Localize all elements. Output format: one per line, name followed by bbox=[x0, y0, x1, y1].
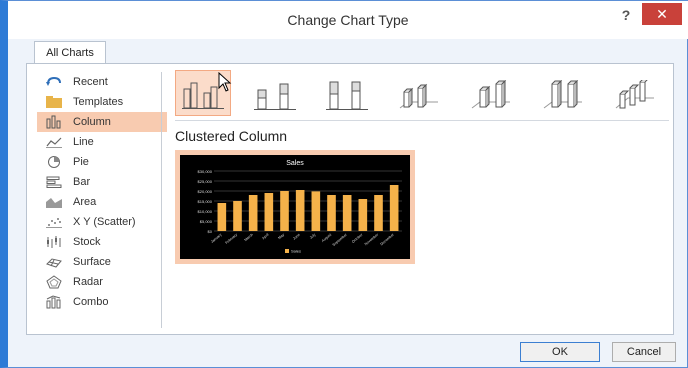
subtype-100-stacked-column[interactable] bbox=[319, 70, 375, 116]
chart-bar bbox=[233, 201, 242, 231]
sidebar-item-label: Line bbox=[73, 136, 94, 148]
sidebar-item-pie[interactable]: Pie bbox=[37, 152, 167, 172]
subtype-3d-clustered-column[interactable] bbox=[391, 70, 447, 116]
x-tick-label: December bbox=[380, 232, 396, 246]
ok-button[interactable]: OK bbox=[520, 342, 600, 362]
y-tick-label: $20,000 bbox=[198, 189, 213, 194]
chart-bar bbox=[295, 190, 305, 231]
line-chart-icon bbox=[43, 136, 65, 148]
y-tick-label: $15,000 bbox=[198, 199, 213, 204]
chart-panel: Recent Templates Column Line Pie Bar Are… bbox=[26, 63, 674, 335]
dialog-title: Change Chart Type bbox=[287, 12, 409, 28]
mouse-cursor-icon bbox=[218, 71, 232, 97]
sidebar-item-label: Recent bbox=[73, 76, 108, 88]
sidebar-item-recent[interactable]: Recent bbox=[37, 72, 167, 92]
chart-type-sidebar: Recent Templates Column Line Pie Bar Are… bbox=[37, 72, 167, 312]
chart-title: Sales bbox=[286, 160, 304, 167]
sidebar-item-label: Pie bbox=[73, 156, 89, 168]
preview-chart-canvas: Sales $0 $5,000 $10,000 $15,000 $20,000 $25,00… bbox=[180, 155, 410, 259]
sidebar-item-line[interactable]: Line bbox=[37, 132, 167, 152]
preview-chart-svg: Sales $0 $5,000 $10,000 $15,000 $20,000 $25,00… bbox=[198, 160, 402, 254]
x-tick-label: May bbox=[277, 233, 285, 241]
chart-bar bbox=[248, 195, 258, 231]
chart-bar bbox=[311, 191, 321, 231]
sidebar-item-stock[interactable]: Stock bbox=[37, 232, 167, 252]
x-tick-label: October bbox=[351, 232, 364, 244]
folder-icon bbox=[43, 96, 65, 108]
x-tick-label: April bbox=[261, 233, 269, 241]
sidebar-item-templates[interactable]: Templates bbox=[37, 92, 167, 112]
x-tick-label: March bbox=[244, 233, 254, 242]
combo-chart-icon bbox=[43, 295, 65, 309]
chart-bar bbox=[280, 191, 289, 231]
scatter-chart-icon bbox=[43, 216, 65, 228]
surface-chart-icon bbox=[43, 255, 65, 269]
sidebar-item-label: Stock bbox=[73, 236, 101, 248]
sidebar-item-label: X Y (Scatter) bbox=[73, 216, 136, 228]
x-tick-label: August bbox=[321, 233, 332, 243]
subtype-3d-stacked-column[interactable] bbox=[463, 70, 519, 116]
subtype-3d-column[interactable] bbox=[607, 70, 663, 116]
area-chart-icon bbox=[43, 196, 65, 208]
y-tick-label: $0 bbox=[208, 229, 213, 234]
x-tick-label: July bbox=[309, 233, 317, 240]
sidebar-item-radar[interactable]: Radar bbox=[37, 272, 167, 292]
chart-bar bbox=[389, 185, 399, 231]
legend-label: Sales bbox=[291, 249, 301, 254]
preview-title: Clustered Column bbox=[175, 128, 288, 144]
sidebar-item-bar[interactable]: Bar bbox=[37, 172, 167, 192]
sidebar-item-surface[interactable]: Surface bbox=[37, 252, 167, 272]
y-tick-label: $25,000 bbox=[198, 179, 213, 184]
title-bar: Change Chart Type ? ✕ bbox=[8, 1, 688, 39]
chart-bar bbox=[264, 193, 274, 231]
chart-bar bbox=[327, 195, 336, 231]
chart-bar bbox=[358, 199, 368, 231]
help-button[interactable]: ? bbox=[616, 5, 636, 25]
chart-bar bbox=[374, 195, 383, 231]
sidebar-item-column[interactable]: Column bbox=[37, 112, 167, 132]
cancel-button[interactable]: Cancel bbox=[612, 342, 676, 362]
subtype-3d-100-stacked-column[interactable] bbox=[535, 70, 591, 116]
x-tick-label: January bbox=[210, 233, 223, 244]
chart-preview[interactable]: Sales $0 $5,000 $10,000 $15,000 $20,000 $25,00… bbox=[175, 150, 415, 264]
sidebar-item-combo[interactable]: Combo bbox=[37, 292, 167, 312]
tab-all-charts[interactable]: All Charts bbox=[34, 41, 106, 65]
sidebar-item-scatter[interactable]: X Y (Scatter) bbox=[37, 212, 167, 232]
radar-chart-icon bbox=[43, 275, 65, 289]
y-tick-label: $5,000 bbox=[200, 219, 213, 224]
column-chart-icon bbox=[43, 115, 65, 129]
bar-chart-icon bbox=[43, 176, 65, 188]
recent-icon bbox=[43, 76, 65, 88]
x-tick-label: February bbox=[225, 233, 239, 245]
sidebar-item-label: Bar bbox=[73, 176, 91, 188]
sidebar-divider bbox=[161, 72, 162, 328]
sidebar-item-label: Combo bbox=[73, 296, 109, 308]
sidebar-item-label: Column bbox=[73, 116, 111, 128]
x-tick-label: September bbox=[332, 232, 349, 247]
sidebar-item-label: Area bbox=[73, 196, 97, 208]
sidebar-item-label: Templates bbox=[73, 96, 124, 108]
chart-bar bbox=[217, 203, 227, 231]
sidebar-item-label: Radar bbox=[73, 276, 103, 288]
subtype-stacked-column[interactable] bbox=[247, 70, 303, 116]
legend-swatch bbox=[285, 249, 289, 253]
x-tick-label: June bbox=[292, 233, 301, 241]
tab-row: All Charts bbox=[16, 39, 688, 65]
y-tick-label: $30,000 bbox=[198, 169, 213, 174]
dialog-footer: OK Cancel bbox=[8, 338, 680, 366]
y-tick-label: $10,000 bbox=[198, 209, 213, 214]
stock-chart-icon bbox=[43, 235, 65, 249]
chart-subtype-gallery bbox=[175, 70, 663, 118]
chart-bar bbox=[342, 195, 352, 231]
sidebar-item-label: Surface bbox=[73, 256, 111, 268]
sidebar-item-area[interactable]: Area bbox=[37, 192, 167, 212]
pie-chart-icon bbox=[43, 155, 65, 169]
gallery-separator bbox=[175, 120, 669, 121]
x-tick-label: November bbox=[364, 232, 380, 246]
close-button[interactable]: ✕ bbox=[642, 3, 682, 25]
